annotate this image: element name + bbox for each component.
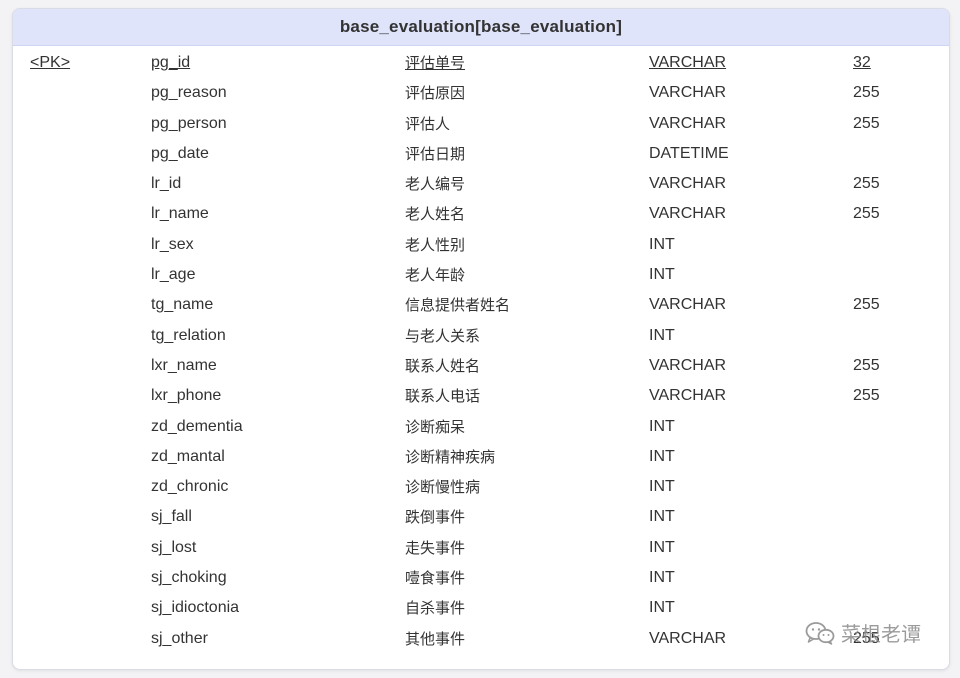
column-name: sj_fall bbox=[151, 508, 192, 526]
column-comment: 与老人关系 bbox=[405, 326, 481, 345]
column-type: VARCHAR bbox=[649, 175, 727, 193]
column-comment: 诊断慢性病 bbox=[405, 478, 481, 497]
column-comment: 自杀事件 bbox=[405, 599, 466, 618]
watermark-text: 菜根老谭 bbox=[841, 622, 921, 646]
column-row: lr_id 老人编号 VARCHAR 255 bbox=[13, 169, 949, 199]
column-type: DATETIME bbox=[649, 144, 729, 162]
column-length: 255 bbox=[853, 175, 880, 193]
column-row: zd_dementia 诊断痴呆 INT bbox=[13, 412, 949, 442]
column-row: zd_mantal 诊断精神疾病 INT bbox=[13, 442, 949, 472]
column-row: pg_person 评估人 VARCHAR 255 bbox=[13, 109, 949, 139]
column-name: lxr_phone bbox=[151, 387, 222, 405]
column-name: pg_reason bbox=[151, 84, 227, 102]
column-row: lr_name 老人姓名 VARCHAR 255 bbox=[13, 199, 949, 229]
entity-header: base_evaluation[base_evaluation] bbox=[13, 9, 949, 46]
column-comment: 老人年龄 bbox=[405, 266, 466, 285]
column-comment: 联系人姓名 bbox=[405, 356, 481, 375]
column-comment: 老人姓名 bbox=[405, 205, 466, 224]
column-type: INT bbox=[649, 417, 675, 435]
column-name: pg_date bbox=[151, 144, 209, 162]
column-row: <PK> pg_id 评估单号 VARCHAR 32 bbox=[13, 48, 949, 78]
column-type: INT bbox=[649, 599, 675, 617]
column-row: sj_lost 走失事件 INT bbox=[13, 533, 949, 563]
column-name: sj_choking bbox=[151, 569, 227, 587]
column-length: 255 bbox=[853, 387, 880, 405]
column-name: sj_lost bbox=[151, 538, 197, 556]
column-comment: 信息提供者姓名 bbox=[405, 296, 511, 315]
column-row: tg_name 信息提供者姓名 VARCHAR 255 bbox=[13, 290, 949, 320]
column-length: 255 bbox=[853, 356, 880, 374]
column-row: lxr_phone 联系人电话 VARCHAR 255 bbox=[13, 381, 949, 411]
column-name: lr_name bbox=[151, 205, 209, 223]
column-type: INT bbox=[649, 478, 675, 496]
column-comment: 评估原因 bbox=[405, 84, 466, 103]
column-comment: 老人编号 bbox=[405, 175, 466, 194]
wechat-icon bbox=[805, 621, 835, 645]
column-type: INT bbox=[649, 326, 675, 344]
column-type: INT bbox=[649, 235, 675, 253]
column-row: lr_age 老人年龄 INT bbox=[13, 260, 949, 290]
column-name: pg_person bbox=[151, 114, 227, 132]
column-row: pg_reason 评估原因 VARCHAR 255 bbox=[13, 78, 949, 108]
column-comment: 诊断痴呆 bbox=[405, 417, 466, 436]
column-comment: 诊断精神疾病 bbox=[405, 447, 496, 466]
column-row: lr_sex 老人性别 INT bbox=[13, 230, 949, 260]
column-name: pg_id bbox=[151, 54, 191, 71]
column-type: INT bbox=[649, 508, 675, 526]
column-type: VARCHAR bbox=[649, 387, 727, 405]
column-length: 255 bbox=[853, 296, 880, 314]
column-comment: 跌倒事件 bbox=[405, 508, 466, 527]
column-type: INT bbox=[649, 538, 675, 556]
column-row: tg_relation 与老人关系 INT bbox=[13, 321, 949, 351]
column-row: sj_choking 噎食事件 INT bbox=[13, 563, 949, 593]
column-name: lr_age bbox=[151, 266, 196, 284]
column-type: INT bbox=[649, 447, 675, 465]
column-name: zd_chronic bbox=[151, 478, 229, 496]
column-length: 255 bbox=[853, 84, 880, 102]
column-comment: 噎食事件 bbox=[405, 569, 466, 588]
column-name: lr_id bbox=[151, 175, 182, 193]
column-row: zd_chronic 诊断慢性病 INT bbox=[13, 472, 949, 502]
column-list: <PK> pg_id 评估单号 VARCHAR 32 pg_reason 评估原因 VARCH… bbox=[13, 46, 949, 654]
column-comment: 评估人 bbox=[405, 114, 451, 133]
column-type: VARCHAR bbox=[649, 54, 727, 71]
column-comment: 老人性别 bbox=[405, 235, 466, 254]
column-type: VARCHAR bbox=[649, 84, 727, 102]
column-comment: 走失事件 bbox=[405, 538, 466, 557]
column-row: sj_fall 跌倒事件 INT bbox=[13, 502, 949, 532]
watermark: 菜根老谭 bbox=[805, 618, 921, 647]
column-name: tg_relation bbox=[151, 326, 226, 344]
entity-table: base_evaluation[base_evaluation] <PK> pg_… bbox=[12, 8, 950, 670]
column-name: sj_idioctonia bbox=[151, 599, 240, 617]
column-type: INT bbox=[649, 569, 675, 587]
column-length: 255 bbox=[853, 205, 880, 223]
column-row: lxr_name 联系人姓名 VARCHAR 255 bbox=[13, 351, 949, 381]
column-type: VARCHAR bbox=[649, 114, 727, 132]
column-row: pg_date 评估日期 DATETIME bbox=[13, 139, 949, 169]
column-name: tg_name bbox=[151, 296, 214, 314]
column-comment: 评估日期 bbox=[405, 144, 466, 163]
column-type: VARCHAR bbox=[649, 205, 727, 223]
column-type: VARCHAR bbox=[649, 296, 727, 314]
column-type: VARCHAR bbox=[649, 629, 727, 647]
entity-title: base_evaluation[base_evaluation] bbox=[339, 17, 623, 36]
column-comment: 联系人电话 bbox=[405, 387, 481, 406]
column-name: lxr_name bbox=[151, 356, 217, 374]
column-type: VARCHAR bbox=[649, 356, 727, 374]
column-name: lr_sex bbox=[151, 235, 194, 253]
column-key: <PK> bbox=[30, 54, 71, 71]
column-name: zd_dementia bbox=[151, 417, 243, 435]
column-comment: 评估单号 bbox=[405, 54, 466, 72]
column-length: 255 bbox=[853, 114, 880, 132]
column-name: zd_mantal bbox=[151, 447, 225, 465]
column-comment: 其他事件 bbox=[405, 629, 466, 648]
column-name: sj_other bbox=[151, 629, 208, 647]
column-length: 32 bbox=[853, 54, 871, 71]
column-type: INT bbox=[649, 266, 675, 284]
